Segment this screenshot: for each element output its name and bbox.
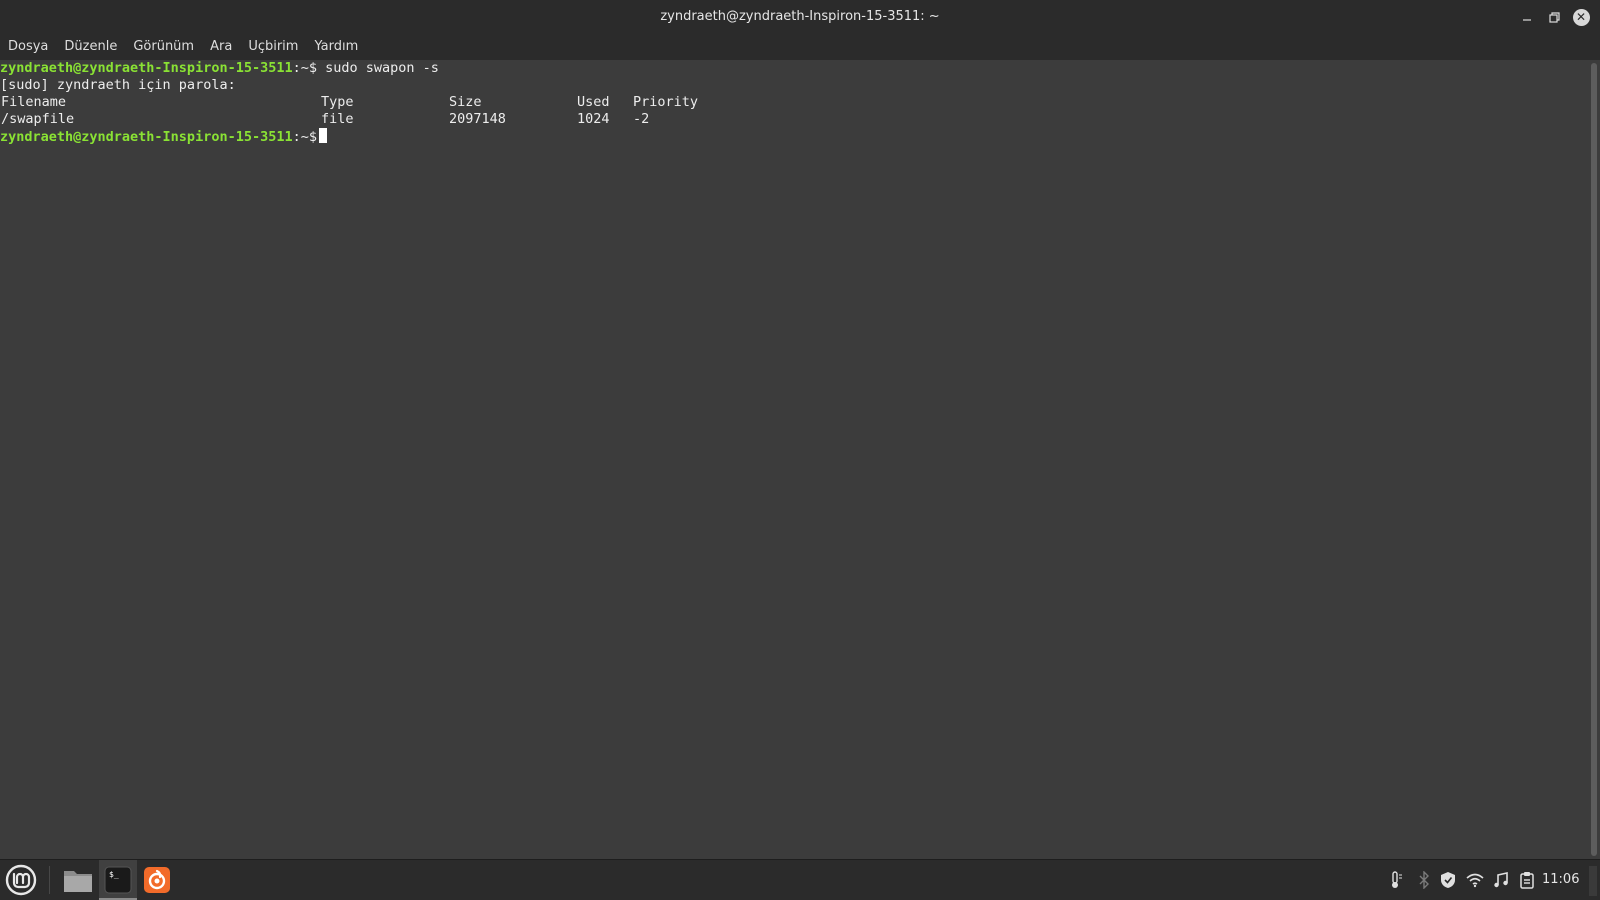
show-desktop-button[interactable] bbox=[1589, 866, 1597, 896]
terminal-icon: $_ bbox=[104, 866, 132, 894]
menu-ucbirim[interactable]: Uçbirim bbox=[240, 33, 306, 60]
swap-table-header: Filename Type Size Used Priority bbox=[0, 94, 1588, 111]
menu-ara[interactable]: Ara bbox=[202, 33, 240, 60]
cell-priority: -2 bbox=[633, 111, 650, 127]
minimize-button[interactable] bbox=[1516, 6, 1538, 28]
shield-icon[interactable] bbox=[1438, 870, 1458, 890]
cell-used: 1024 bbox=[577, 111, 610, 127]
close-icon: ✕ bbox=[1572, 8, 1590, 26]
taskbar-separator bbox=[49, 866, 50, 894]
menu-duzenle[interactable]: Düzenle bbox=[56, 33, 125, 60]
wifi-icon[interactable] bbox=[1465, 870, 1485, 890]
svg-text:$_: $_ bbox=[109, 870, 119, 879]
terminal-line: [sudo] zyndraeth için parola: bbox=[0, 77, 1588, 94]
header-type: Type bbox=[321, 94, 354, 110]
header-size: Size bbox=[449, 94, 482, 110]
menu-gorunum[interactable]: Görünüm bbox=[125, 33, 202, 60]
clock[interactable]: 11:06 bbox=[1542, 860, 1579, 900]
title-bar[interactable]: zyndraeth@zyndraeth-Inspiron-15-3511: ~ … bbox=[0, 0, 1600, 33]
thermometer-icon[interactable] bbox=[1386, 870, 1406, 890]
header-used: Used bbox=[577, 94, 610, 110]
music-note-icon[interactable] bbox=[1491, 870, 1511, 890]
start-menu-button[interactable] bbox=[4, 863, 38, 897]
close-button[interactable]: ✕ bbox=[1570, 6, 1592, 28]
taskbar: $_ 11:06 bbox=[0, 859, 1600, 900]
cell-type: file bbox=[321, 111, 354, 127]
swap-table-row: /swapfile file 2097148 1024 -2 bbox=[0, 111, 1588, 128]
window-title: zyndraeth@zyndraeth-Inspiron-15-3511: ~ bbox=[660, 9, 940, 24]
menu-dosya[interactable]: Dosya bbox=[0, 33, 56, 60]
taskbar-files-button[interactable] bbox=[59, 860, 97, 900]
cell-filename: /swapfile bbox=[1, 111, 75, 127]
prompt-user-host: zyndraeth@zyndraeth-Inspiron-15-3511 bbox=[0, 129, 293, 145]
menu-bar: Dosya Düzenle Görünüm Ara Uçbirim Yardım bbox=[0, 33, 1600, 60]
terminal-output[interactable]: zyndraeth@zyndraeth-Inspiron-15-3511:~$ … bbox=[0, 60, 1588, 859]
linux-mint-logo-icon bbox=[5, 864, 37, 896]
terminal-line: zyndraeth@zyndraeth-Inspiron-15-3511:~$ … bbox=[0, 60, 1588, 77]
minimize-icon bbox=[1523, 19, 1531, 21]
sudo-password-prompt: [sudo] zyndraeth için parola: bbox=[0, 77, 236, 93]
header-priority: Priority bbox=[633, 94, 699, 110]
prompt-user-host: zyndraeth@zyndraeth-Inspiron-15-3511 bbox=[0, 60, 293, 76]
maximize-button[interactable] bbox=[1543, 6, 1565, 28]
taskbar-terminal-button[interactable]: $_ bbox=[99, 860, 137, 900]
firefox-icon bbox=[144, 867, 170, 893]
header-filename: Filename bbox=[1, 94, 67, 110]
terminal-window: zyndraeth@zyndraeth-Inspiron-15-3511: ~ … bbox=[0, 0, 1600, 859]
maximize-icon bbox=[1548, 11, 1560, 23]
text-cursor bbox=[319, 128, 327, 143]
prompt-suffix: :~$ bbox=[292, 129, 317, 145]
taskbar-firefox-button[interactable] bbox=[138, 860, 176, 900]
cell-size: 2097148 bbox=[449, 111, 506, 127]
files-icon bbox=[64, 871, 92, 892]
command-text: sudo swapon -s bbox=[317, 60, 439, 76]
bluetooth-icon[interactable] bbox=[1414, 870, 1434, 890]
terminal-line: zyndraeth@zyndraeth-Inspiron-15-3511:~$ bbox=[0, 128, 1588, 145]
prompt-suffix: :~$ bbox=[292, 60, 317, 76]
scrollbar[interactable] bbox=[1588, 60, 1600, 859]
menu-yardim[interactable]: Yardım bbox=[306, 33, 366, 60]
scrollbar-thumb[interactable] bbox=[1591, 63, 1597, 856]
clipboard-icon[interactable] bbox=[1517, 870, 1537, 890]
